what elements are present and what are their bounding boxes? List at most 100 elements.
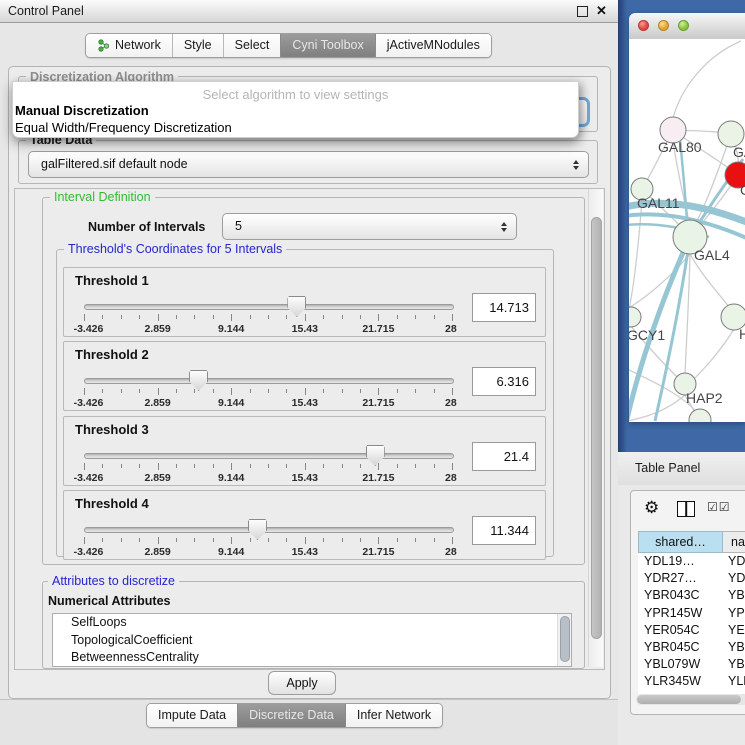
table-panel-title: Table Panel [635, 452, 700, 485]
zoom-traffic-light-icon[interactable] [678, 20, 689, 31]
tab-network[interactable]: Network [86, 34, 172, 57]
tab-select[interactable]: Select [223, 34, 281, 57]
table-panel: ⚙ ☑☑ shared… na YDL19…YDL1 YDR27…YDR2 YB… [630, 490, 745, 715]
cell: YBL0 [723, 656, 745, 673]
threshold-4-panel: Threshold 4 -3.4262.8599.14415.4321.7152… [63, 490, 546, 560]
slider-tick-labels: -3.4262.8599.14415.4321.71528 [84, 323, 452, 335]
cell: YBL079W [638, 656, 723, 673]
numerical-attributes-list[interactable]: SelfLoops TopologicalCoefficient Between… [52, 613, 572, 667]
table-row[interactable]: YBR045CYBR0 [638, 639, 745, 656]
threshold-2-slider[interactable]: -3.4262.8599.14415.4321.71528 [84, 378, 452, 406]
tab-discretize-data-label: Discretize Data [249, 704, 334, 727]
slider-tick-labels: -3.4262.8599.14415.4321.71528 [84, 397, 452, 409]
dropdown-hint: Select algorithm to view settings [13, 87, 578, 102]
column-layout-icon[interactable] [677, 501, 695, 517]
combo-arrows-icon [573, 160, 579, 170]
dropdown-option-manual[interactable]: Manual Discretization [15, 103, 149, 118]
table-row[interactable]: YER054CYER0 [638, 622, 745, 639]
list-item[interactable]: TopologicalCoefficient [53, 632, 571, 650]
threshold-3-slider[interactable]: -3.4262.8599.14415.4321.71528 [84, 453, 452, 481]
attributes-list-scrollbar[interactable] [557, 614, 571, 666]
table-header-row: shared… na [638, 531, 745, 553]
scrollbar-thumb[interactable] [560, 616, 570, 662]
tab-infer-network-label: Infer Network [357, 704, 431, 727]
network-node-label: GAL11 [637, 195, 680, 211]
network-node-label: HAP2 [686, 390, 723, 406]
screen: Control Panel ✕ Network Style Select Cyn… [0, 0, 745, 745]
column-header-shared-name[interactable]: shared… [638, 531, 723, 553]
slider-ticks [84, 314, 452, 322]
apply-button[interactable]: Apply [268, 671, 336, 695]
threshold-1-value-field[interactable]: 14.713 [472, 293, 536, 322]
tab-infer-network[interactable]: Infer Network [345, 704, 442, 727]
threshold-1-slider[interactable]: -3.4262.8599.14415.4321.71528 [84, 304, 452, 332]
cell: YDR27… [638, 570, 723, 587]
table-row[interactable]: YBR043CYBR0 [638, 587, 745, 604]
slider-ticks [84, 537, 452, 545]
threshold-4-slider[interactable]: -3.4262.8599.14415.4321.71528 [84, 527, 452, 555]
threshold-2-value-field[interactable]: 6.316 [472, 367, 536, 396]
threshold-4-value-field[interactable]: 11.344 [472, 516, 536, 545]
network-edge[interactable] [673, 41, 741, 118]
tab-jactivemnodules[interactable]: jActiveMNodules [375, 34, 491, 57]
network-node-label: GAL80 [658, 139, 702, 155]
slider-track[interactable] [84, 453, 454, 459]
scrollbar-thumb[interactable] [637, 695, 741, 704]
cell: YBR0 [723, 587, 745, 604]
network-edge[interactable] [689, 329, 734, 384]
gear-icon[interactable]: ⚙ [644, 498, 659, 518]
cell: YPR1 [723, 605, 745, 622]
spinner-arrows-icon [501, 222, 507, 232]
slider-ticks [84, 388, 452, 396]
threshold-3-label: Threshold 3 [75, 422, 149, 437]
float-window-icon[interactable] [577, 6, 588, 17]
list-item[interactable]: BetweennessCentrality [53, 649, 571, 667]
cell: YER0 [723, 622, 745, 639]
threshold-1-panel: Threshold 1 -3.4262.8599.14415.4321.7152… [63, 267, 546, 337]
slider-track[interactable] [84, 527, 454, 533]
network-node-label: C [740, 182, 745, 198]
table-row[interactable]: YBL079WYBL0 [638, 656, 745, 673]
slider-track[interactable] [84, 378, 454, 384]
table-row[interactable]: YPR145WYPR1 [638, 605, 745, 622]
table-data-combobox[interactable]: galFiltered.sif default node [28, 151, 589, 178]
network-node-label: GCY1 [629, 327, 665, 343]
tab-cyni-toolbox[interactable]: Cyni Toolbox [280, 34, 374, 57]
list-item[interactable]: SelfLoops [53, 614, 571, 632]
network-canvas[interactable]: GAL80GACGAL11GAL4GCY1HHAP2 [629, 39, 745, 422]
settings-vertical-scrollbar[interactable] [588, 189, 603, 667]
control-panel-titlebar: Control Panel ✕ [0, 0, 618, 23]
table-row[interactable]: YDL19…YDL1 [638, 553, 745, 570]
threshold-3-value-field[interactable]: 21.4 [472, 442, 536, 471]
number-of-intervals-spinner[interactable]: 5 [222, 213, 517, 240]
attributes-group-title: Attributes to discretize [48, 574, 179, 588]
network-node-label: H [739, 326, 745, 342]
close-icon[interactable]: ✕ [596, 3, 607, 19]
tab-style[interactable]: Style [172, 34, 223, 57]
table-row[interactable]: YDR27…YDR2 [638, 570, 745, 587]
slider-tick-labels: -3.4262.8599.14415.4321.71528 [84, 472, 452, 484]
close-traffic-light-icon[interactable] [638, 20, 649, 31]
network-node[interactable] [689, 409, 711, 422]
control-panel: Control Panel ✕ Network Style Select Cyn… [0, 0, 618, 745]
network-icon [97, 39, 110, 52]
slider-track[interactable] [84, 304, 454, 310]
select-columns-icon[interactable]: ☑☑ [707, 500, 731, 514]
dropdown-option-equal-width[interactable]: Equal Width/Frequency Discretization [15, 120, 232, 135]
network-node[interactable] [629, 307, 641, 327]
threshold-3-panel: Threshold 3 -3.4262.8599.14415.4321.7152… [63, 416, 546, 486]
scrollbar-thumb[interactable] [591, 217, 602, 639]
cell: YLR3 [723, 673, 745, 690]
minimize-traffic-light-icon[interactable] [658, 20, 669, 31]
threshold-4-label: Threshold 4 [75, 496, 149, 511]
number-of-intervals-label: Number of Intervals [88, 220, 205, 234]
tab-jactivemnodules-label: jActiveMNodules [387, 34, 480, 57]
table-row[interactable]: YLR345WYLR3 [638, 673, 745, 690]
tab-cyni-toolbox-label: Cyni Toolbox [292, 34, 363, 57]
tab-impute-data[interactable]: Impute Data [147, 704, 237, 727]
table-panel-header: Table Panel [618, 452, 745, 486]
table-horizontal-scrollbar[interactable] [636, 694, 745, 705]
tab-discretize-data[interactable]: Discretize Data [237, 704, 345, 727]
column-header-name[interactable]: na [723, 531, 745, 553]
table-data-value: galFiltered.sif default node [41, 152, 188, 177]
